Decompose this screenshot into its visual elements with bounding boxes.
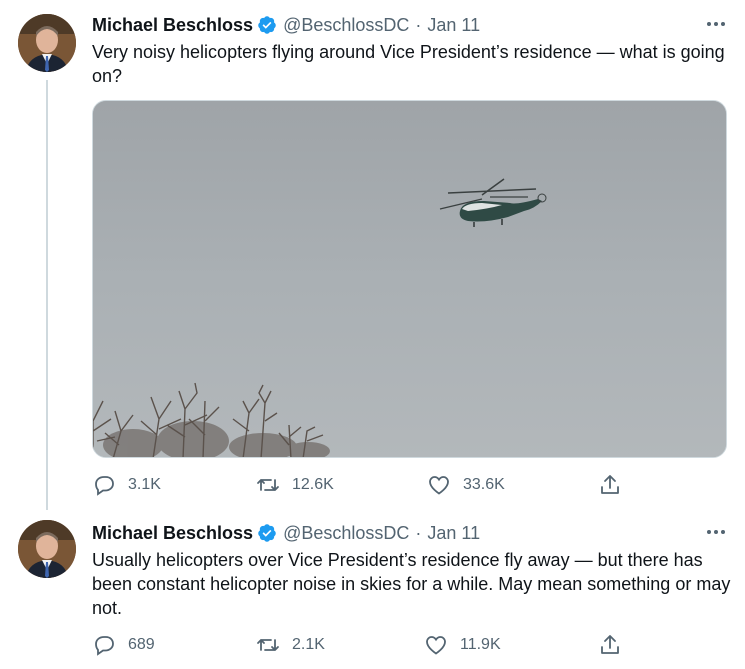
heart-icon (426, 636, 446, 655)
retweet-count: 12.6K (292, 476, 334, 493)
share-icon (601, 475, 619, 494)
tweet-text: Usually helicopters over Vice President’… (92, 550, 731, 618)
separator-dot: · (415, 522, 422, 543)
reply-icon (95, 476, 114, 496)
heart-icon (429, 476, 449, 495)
tweet-date[interactable]: Jan 11 (427, 523, 480, 544)
retweet-button[interactable]: 12.6K (256, 473, 334, 497)
reply-button[interactable]: 3.1K (92, 473, 161, 497)
tweet-header: Michael Beschloss @BeschlossDC · Jan 11 (92, 14, 480, 36)
more-options-icon[interactable] (704, 14, 728, 34)
tweet-actions: 689 2.1K 11.9K (92, 633, 652, 657)
separator-dot: · (415, 14, 422, 35)
tweet[interactable]: Michael Beschloss @BeschlossDC · Jan 11 … (0, 0, 745, 510)
author-handle[interactable]: @BeschlossDC (283, 523, 409, 544)
author-name[interactable]: Michael Beschloss (92, 15, 253, 36)
share-button[interactable] (598, 633, 634, 657)
author-handle[interactable]: @BeschlossDC (283, 15, 409, 36)
verified-badge-icon (257, 523, 277, 543)
reply-count: 3.1K (128, 476, 161, 493)
author-name[interactable]: Michael Beschloss (92, 523, 253, 544)
share-button[interactable] (598, 473, 634, 497)
more-options-icon[interactable] (704, 522, 728, 542)
reply-icon (95, 636, 114, 656)
avatar[interactable] (18, 14, 76, 72)
like-button[interactable]: 11.9K (424, 633, 501, 657)
verified-badge-icon (257, 15, 277, 35)
tweet-header: Michael Beschloss @BeschlossDC · Jan 11 (92, 522, 480, 544)
retweet-count: 2.1K (292, 636, 325, 653)
tweet-text: Very noisy helicopters flying around Vic… (92, 42, 725, 86)
share-icon (601, 635, 619, 654)
like-count: 11.9K (460, 636, 501, 653)
like-button[interactable]: 33.6K (427, 473, 505, 497)
reply-button[interactable]: 689 (92, 633, 155, 657)
like-count: 33.6K (463, 476, 505, 493)
tweet-photo[interactable] (92, 100, 727, 458)
reply-count: 689 (128, 636, 155, 653)
tweet-date[interactable]: Jan 11 (427, 15, 480, 36)
retweet-icon (257, 479, 279, 491)
avatar[interactable] (18, 520, 76, 578)
retweet-icon (257, 639, 279, 651)
retweet-button[interactable]: 2.1K (256, 633, 325, 657)
tweet-actions: 3.1K 12.6K 33.6K (92, 473, 652, 497)
tweet[interactable]: Michael Beschloss @BeschlossDC · Jan 11 … (0, 510, 745, 669)
